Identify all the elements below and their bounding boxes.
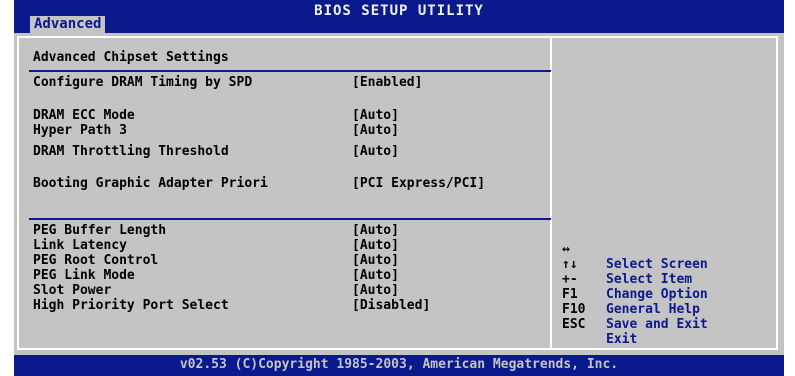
setting-value[interactable]: [Disabled] (352, 298, 430, 313)
help-description: Select Screen (606, 257, 708, 272)
section-title: Advanced Chipset Settings (33, 50, 229, 65)
help-row: F10 Save and Exit (562, 287, 708, 332)
section-underline (29, 70, 551, 72)
setting-value[interactable]: [PCI Express/PCI] (352, 176, 485, 191)
setting-value[interactable]: [Auto] (352, 144, 399, 159)
bios-screen: BIOS SETUP UTILITY Advanced Advanced Chi… (14, 0, 784, 376)
title-bar: BIOS SETUP UTILITY Advanced (14, 0, 784, 33)
setting-value[interactable]: [Auto] (352, 108, 399, 123)
footer-bar: v02.53 (C)Copyright 1985-2003, American … (14, 355, 784, 376)
help-description: Save and Exit (606, 317, 708, 332)
setting-value[interactable]: [Auto] (352, 223, 399, 238)
window-title: BIOS SETUP UTILITY (314, 3, 484, 19)
panel-divider (550, 36, 552, 350)
setting-label[interactable]: Booting Graphic Adapter Priori (33, 176, 268, 191)
setting-value[interactable]: [Enabled] (352, 75, 422, 90)
setting-label[interactable]: PEG Root Control (33, 253, 158, 268)
help-description: Select Item (606, 272, 693, 287)
setting-label[interactable]: Hyper Path 3 (33, 123, 127, 138)
setting-value[interactable]: [Auto] (352, 253, 399, 268)
help-row: ESC Exit (562, 302, 637, 347)
setting-label[interactable]: DRAM Throttling Threshold (33, 144, 229, 159)
setting-value[interactable]: [Auto] (352, 268, 399, 283)
tab-advanced[interactable]: Advanced (30, 16, 106, 33)
setting-label[interactable]: High Priority Port Select (33, 298, 229, 313)
setting-label[interactable]: Link Latency (33, 238, 127, 253)
setting-label[interactable]: Configure DRAM Timing by SPD (33, 75, 252, 90)
help-row: ↑↓ Select Item (562, 242, 692, 287)
group-separator (29, 218, 551, 220)
setting-label[interactable]: DRAM ECC Mode (33, 108, 135, 123)
setting-value[interactable]: [Auto] (352, 283, 399, 298)
help-key: ESC (562, 317, 586, 332)
copyright-text: v02.53 (C)Copyright 1985-2003, American … (179, 357, 619, 372)
help-row: ↔ Select Screen (562, 227, 708, 272)
setting-value[interactable]: [Auto] (352, 238, 399, 253)
help-description: Exit (606, 332, 638, 347)
setting-value[interactable]: [Auto] (352, 123, 399, 138)
help-description: Change Option (606, 287, 708, 302)
help-row: +- Change Option (562, 257, 708, 302)
help-description: General Help (606, 302, 700, 317)
help-row: F1 General Help (562, 272, 700, 317)
setting-label[interactable]: PEG Buffer Length (33, 223, 166, 238)
setting-label[interactable]: Slot Power (33, 283, 111, 298)
setting-label[interactable]: PEG Link Mode (33, 268, 135, 283)
